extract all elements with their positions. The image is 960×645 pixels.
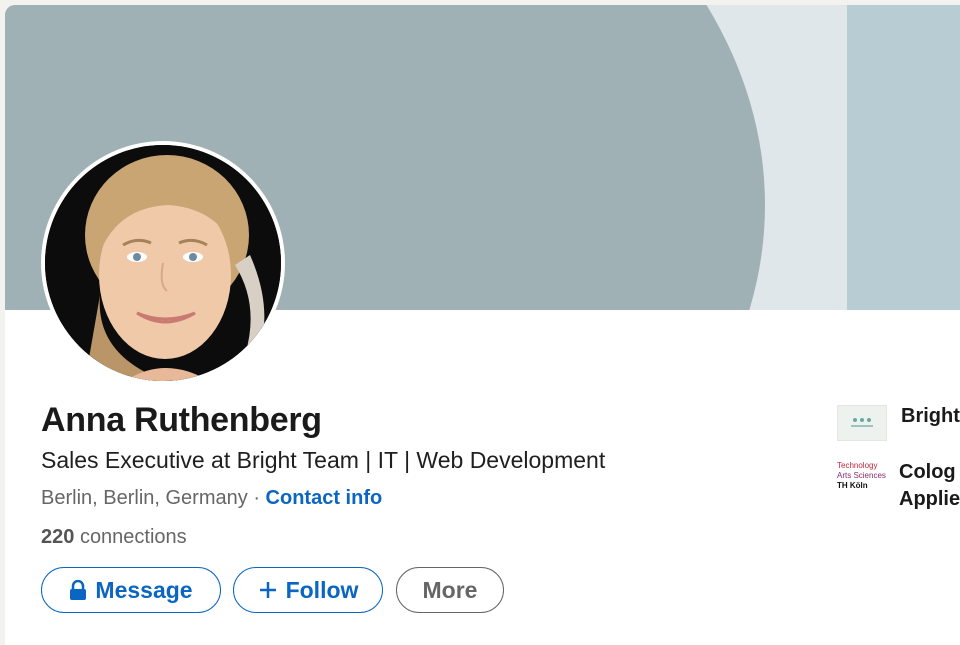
- education-school[interactable]: Technology Arts Sciences TH Köln Colog A…: [837, 459, 960, 513]
- message-button[interactable]: Message: [41, 567, 221, 613]
- connections-row[interactable]: 220 connections: [41, 526, 187, 549]
- profile-location: Berlin, Berlin, Germany: [41, 487, 248, 509]
- follow-button[interactable]: Follow: [233, 567, 383, 613]
- banner-shape-right: [847, 5, 960, 310]
- school-name-line2: Applie: [899, 488, 960, 510]
- connections-count: 220: [41, 526, 75, 548]
- school-name-line1: Colog: [899, 461, 956, 483]
- plus-icon: [258, 580, 278, 600]
- connections-label: connections: [79, 526, 187, 548]
- follow-button-label: Follow: [285, 576, 359, 603]
- profile-avatar[interactable]: [41, 141, 285, 385]
- th-koln-logo: Technology Arts Sciences TH Köln: [837, 459, 893, 491]
- profile-name: Anna Ruthenberg: [41, 401, 322, 439]
- current-company[interactable]: Bright: [837, 405, 960, 441]
- location-separator: ·: [253, 487, 260, 509]
- location-row: Berlin, Berlin, Germany · Contact info: [41, 487, 382, 510]
- more-button[interactable]: More: [396, 567, 504, 613]
- school-name: Colog Applie: [899, 459, 960, 513]
- lock-icon: [69, 580, 87, 600]
- profile-headline: Sales Executive at Bright Team | IT | We…: [41, 447, 606, 473]
- more-button-label: More: [422, 576, 478, 603]
- company-name: Bright: [901, 405, 960, 427]
- message-button-label: Message: [95, 576, 193, 603]
- logo-text-arts-sciences: Arts Sciences: [837, 471, 886, 480]
- logo-text-technology: Technology: [837, 461, 878, 470]
- contact-info-link[interactable]: Contact info: [266, 487, 383, 509]
- logo-text-th-koln: TH Köln: [837, 481, 868, 490]
- bright-team-logo: [837, 405, 887, 441]
- profile-card: Anna Ruthenberg Sales Executive at Brigh…: [5, 5, 960, 645]
- avatar-photo: [45, 145, 281, 381]
